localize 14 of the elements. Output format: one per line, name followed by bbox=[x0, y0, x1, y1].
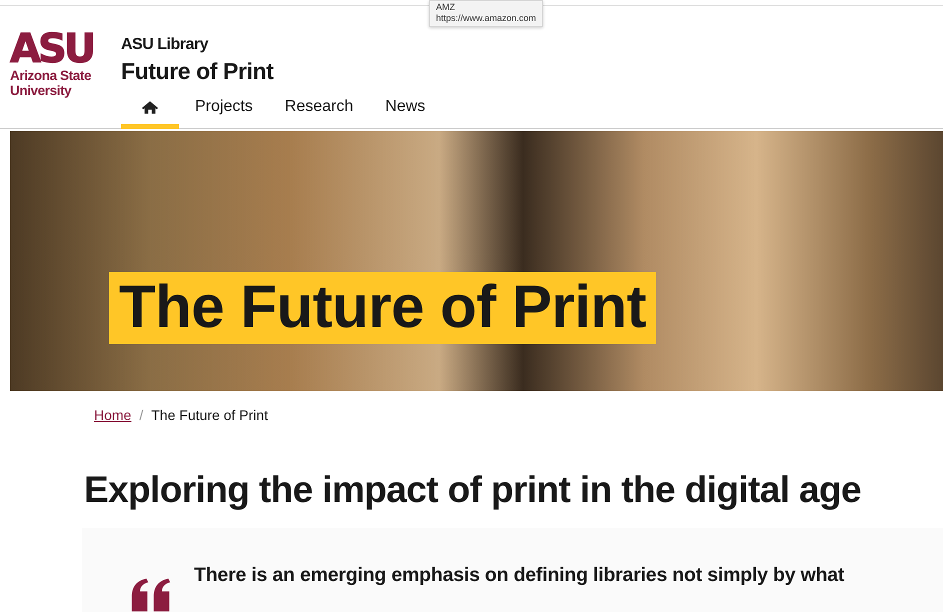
breadcrumb-current: The Future of Print bbox=[151, 407, 268, 423]
parent-site-link[interactable]: ASU Library bbox=[121, 36, 442, 54]
university-logo[interactable]: ASU Arizona State University bbox=[10, 30, 106, 128]
nav-link[interactable]: Research bbox=[268, 91, 370, 129]
site-title[interactable]: Future of Print bbox=[121, 58, 442, 85]
breadcrumb-separator: / bbox=[139, 407, 144, 423]
quote-icon bbox=[130, 578, 172, 612]
link-tooltip: AMZ https://www.amazon.com bbox=[429, 0, 544, 27]
page-heading: Exploring the impact of print in the digital age bbox=[84, 469, 862, 511]
quote-text: There is an emerging emphasis on defining libraries not simply by what bbox=[194, 564, 844, 587]
hero-title: The Future of Print bbox=[109, 272, 656, 344]
breadcrumb-link[interactable]: Home bbox=[94, 407, 132, 423]
nav-link[interactable]: News bbox=[369, 91, 442, 129]
nav-link[interactable]: Projects bbox=[179, 91, 269, 129]
